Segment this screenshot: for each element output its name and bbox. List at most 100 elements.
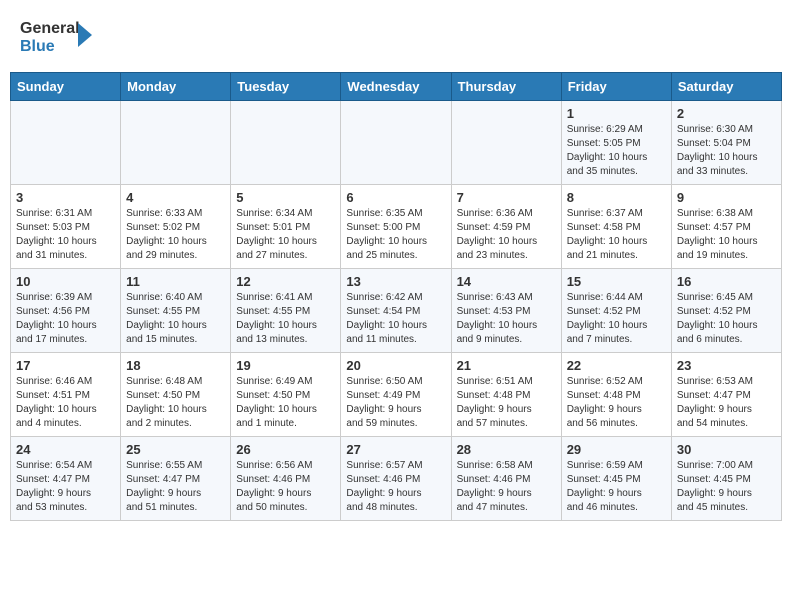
day-number: 24: [16, 442, 115, 457]
day-info: Sunrise: 6:42 AM Sunset: 4:54 PM Dayligh…: [346, 291, 445, 347]
day-info: Sunrise: 6:45 AM Sunset: 4:52 PM Dayligh…: [677, 291, 776, 347]
calendar-cell: 5 Sunrise: 6:34 AM Sunset: 5:01 PM Daylig…: [231, 185, 341, 269]
calendar-cell: 17 Sunrise: 6:46 AM Sunset: 4:51 PM Dayli…: [11, 353, 121, 437]
calendar-cell: 21 Sunrise: 6:51 AM Sunset: 4:48 PM Dayli…: [451, 353, 561, 437]
calendar-cell: [451, 101, 561, 185]
day-number: 12: [236, 274, 335, 289]
calendar-cell: 6 Sunrise: 6:35 AM Sunset: 5:00 PM Daylig…: [341, 185, 451, 269]
day-number: 26: [236, 442, 335, 457]
day-number: 22: [567, 358, 666, 373]
day-info: Sunrise: 6:49 AM Sunset: 4:50 PM Dayligh…: [236, 375, 335, 431]
calendar-cell: 1 Sunrise: 6:29 AM Sunset: 5:05 PM Daylig…: [561, 101, 671, 185]
day-info: Sunrise: 6:46 AM Sunset: 4:51 PM Dayligh…: [16, 375, 115, 431]
day-info: Sunrise: 6:57 AM Sunset: 4:46 PM Dayligh…: [346, 459, 445, 515]
day-info: Sunrise: 6:39 AM Sunset: 4:56 PM Dayligh…: [16, 291, 115, 347]
day-info: Sunrise: 6:52 AM Sunset: 4:48 PM Dayligh…: [567, 375, 666, 431]
day-info: Sunrise: 6:43 AM Sunset: 4:53 PM Dayligh…: [457, 291, 556, 347]
day-info: Sunrise: 6:33 AM Sunset: 5:02 PM Dayligh…: [126, 207, 225, 263]
day-info: Sunrise: 6:30 AM Sunset: 5:04 PM Dayligh…: [677, 123, 776, 179]
calendar-week-4: 24 Sunrise: 6:54 AM Sunset: 4:47 PM Dayli…: [11, 437, 782, 521]
calendar-week-1: 3 Sunrise: 6:31 AM Sunset: 5:03 PM Daylig…: [11, 185, 782, 269]
calendar-cell: 19Sunrise: 6:49 AM Sunset: 4:50 PM Dayli…: [231, 353, 341, 437]
day-number: 17: [16, 358, 115, 373]
day-info: Sunrise: 6:55 AM Sunset: 4:47 PM Dayligh…: [126, 459, 225, 515]
calendar-cell: 11Sunrise: 6:40 AM Sunset: 4:55 PM Dayli…: [121, 269, 231, 353]
day-info: Sunrise: 6:58 AM Sunset: 4:46 PM Dayligh…: [457, 459, 556, 515]
calendar-cell: 29 Sunrise: 6:59 AM Sunset: 4:45 PM Dayli…: [561, 437, 671, 521]
day-number: 27: [346, 442, 445, 457]
calendar-cell: 15Sunrise: 6:44 AM Sunset: 4:52 PM Dayli…: [561, 269, 671, 353]
day-number: 28: [457, 442, 556, 457]
day-number: 1: [567, 106, 666, 121]
day-info: Sunrise: 6:31 AM Sunset: 5:03 PM Dayligh…: [16, 207, 115, 263]
day-of-week-saturday: Saturday: [671, 73, 781, 101]
svg-text:General: General: [20, 20, 80, 37]
day-number: 16: [677, 274, 776, 289]
day-of-week-monday: Monday: [121, 73, 231, 101]
calendar-cell: 28 Sunrise: 6:58 AM Sunset: 4:46 PM Dayli…: [451, 437, 561, 521]
day-info: Sunrise: 6:41 AM Sunset: 4:55 PM Dayligh…: [236, 291, 335, 347]
day-info: Sunrise: 6:38 AM Sunset: 4:57 PM Dayligh…: [677, 207, 776, 263]
logo: GeneralBlue: [20, 15, 100, 57]
calendar-cell: 14 Sunrise: 6:43 AM Sunset: 4:53 PM Dayli…: [451, 269, 561, 353]
day-number: 25: [126, 442, 225, 457]
day-number: 10: [16, 274, 115, 289]
day-number: 15: [567, 274, 666, 289]
day-number: 29: [567, 442, 666, 457]
calendar-cell: 3 Sunrise: 6:31 AM Sunset: 5:03 PM Daylig…: [11, 185, 121, 269]
calendar-cell: 8 Sunrise: 6:37 AM Sunset: 4:58 PM Daylig…: [561, 185, 671, 269]
calendar-cell: 7Sunrise: 6:36 AM Sunset: 4:59 PM Daylig…: [451, 185, 561, 269]
day-number: 2: [677, 106, 776, 121]
day-number: 6: [346, 190, 445, 205]
calendar-cell: 22 Sunrise: 6:52 AM Sunset: 4:48 PM Dayli…: [561, 353, 671, 437]
calendar-cell: 4 Sunrise: 6:33 AM Sunset: 5:02 PM Daylig…: [121, 185, 231, 269]
calendar-cell: [231, 101, 341, 185]
calendar-cell: 13 Sunrise: 6:42 AM Sunset: 4:54 PM Dayli…: [341, 269, 451, 353]
day-info: Sunrise: 6:54 AM Sunset: 4:47 PM Dayligh…: [16, 459, 115, 515]
calendar-cell: 10 Sunrise: 6:39 AM Sunset: 4:56 PM Dayli…: [11, 269, 121, 353]
day-number: 3: [16, 190, 115, 205]
calendar-cell: 9 Sunrise: 6:38 AM Sunset: 4:57 PM Daylig…: [671, 185, 781, 269]
day-number: 18: [126, 358, 225, 373]
day-info: Sunrise: 6:56 AM Sunset: 4:46 PM Dayligh…: [236, 459, 335, 515]
day-info: Sunrise: 6:59 AM Sunset: 4:45 PM Dayligh…: [567, 459, 666, 515]
calendar-cell: [121, 101, 231, 185]
page-header: GeneralBlue: [10, 10, 782, 62]
day-number: 13: [346, 274, 445, 289]
day-number: 8: [567, 190, 666, 205]
day-info: Sunrise: 6:37 AM Sunset: 4:58 PM Dayligh…: [567, 207, 666, 263]
day-number: 9: [677, 190, 776, 205]
day-number: 23: [677, 358, 776, 373]
day-number: 11: [126, 274, 225, 289]
calendar-cell: 24 Sunrise: 6:54 AM Sunset: 4:47 PM Dayli…: [11, 437, 121, 521]
calendar-cell: 25 Sunrise: 6:55 AM Sunset: 4:47 PM Dayli…: [121, 437, 231, 521]
day-info: Sunrise: 6:29 AM Sunset: 5:05 PM Dayligh…: [567, 123, 666, 179]
calendar-cell: 2 Sunrise: 6:30 AM Sunset: 5:04 PM Daylig…: [671, 101, 781, 185]
day-number: 14: [457, 274, 556, 289]
day-info: Sunrise: 6:48 AM Sunset: 4:50 PM Dayligh…: [126, 375, 225, 431]
day-number: 30: [677, 442, 776, 457]
day-number: 20: [346, 358, 445, 373]
day-info: Sunrise: 6:50 AM Sunset: 4:49 PM Dayligh…: [346, 375, 445, 431]
day-number: 21: [457, 358, 556, 373]
day-number: 5: [236, 190, 335, 205]
day-number: 4: [126, 190, 225, 205]
day-of-week-friday: Friday: [561, 73, 671, 101]
calendar-week-3: 17 Sunrise: 6:46 AM Sunset: 4:51 PM Dayli…: [11, 353, 782, 437]
svg-text:Blue: Blue: [20, 38, 55, 55]
day-of-week-thursday: Thursday: [451, 73, 561, 101]
calendar-table: SundayMondayTuesdayWednesdayThursdayFrid…: [10, 72, 782, 521]
calendar-cell: 20 Sunrise: 6:50 AM Sunset: 4:49 PM Dayli…: [341, 353, 451, 437]
day-info: Sunrise: 6:36 AM Sunset: 4:59 PM Dayligh…: [457, 207, 556, 263]
logo-svg: GeneralBlue: [20, 15, 100, 57]
day-info: Sunrise: 6:35 AM Sunset: 5:00 PM Dayligh…: [346, 207, 445, 263]
day-info: Sunrise: 6:53 AM Sunset: 4:47 PM Dayligh…: [677, 375, 776, 431]
calendar-week-0: 1 Sunrise: 6:29 AM Sunset: 5:05 PM Daylig…: [11, 101, 782, 185]
day-of-week-wednesday: Wednesday: [341, 73, 451, 101]
day-info: Sunrise: 6:51 AM Sunset: 4:48 PM Dayligh…: [457, 375, 556, 431]
day-info: Sunrise: 7:00 AM Sunset: 4:45 PM Dayligh…: [677, 459, 776, 515]
calendar-cell: 23 Sunrise: 6:53 AM Sunset: 4:47 PM Dayli…: [671, 353, 781, 437]
day-info: Sunrise: 6:34 AM Sunset: 5:01 PM Dayligh…: [236, 207, 335, 263]
calendar-cell: 16 Sunrise: 6:45 AM Sunset: 4:52 PM Dayli…: [671, 269, 781, 353]
calendar-cell: 27 Sunrise: 6:57 AM Sunset: 4:46 PM Dayli…: [341, 437, 451, 521]
